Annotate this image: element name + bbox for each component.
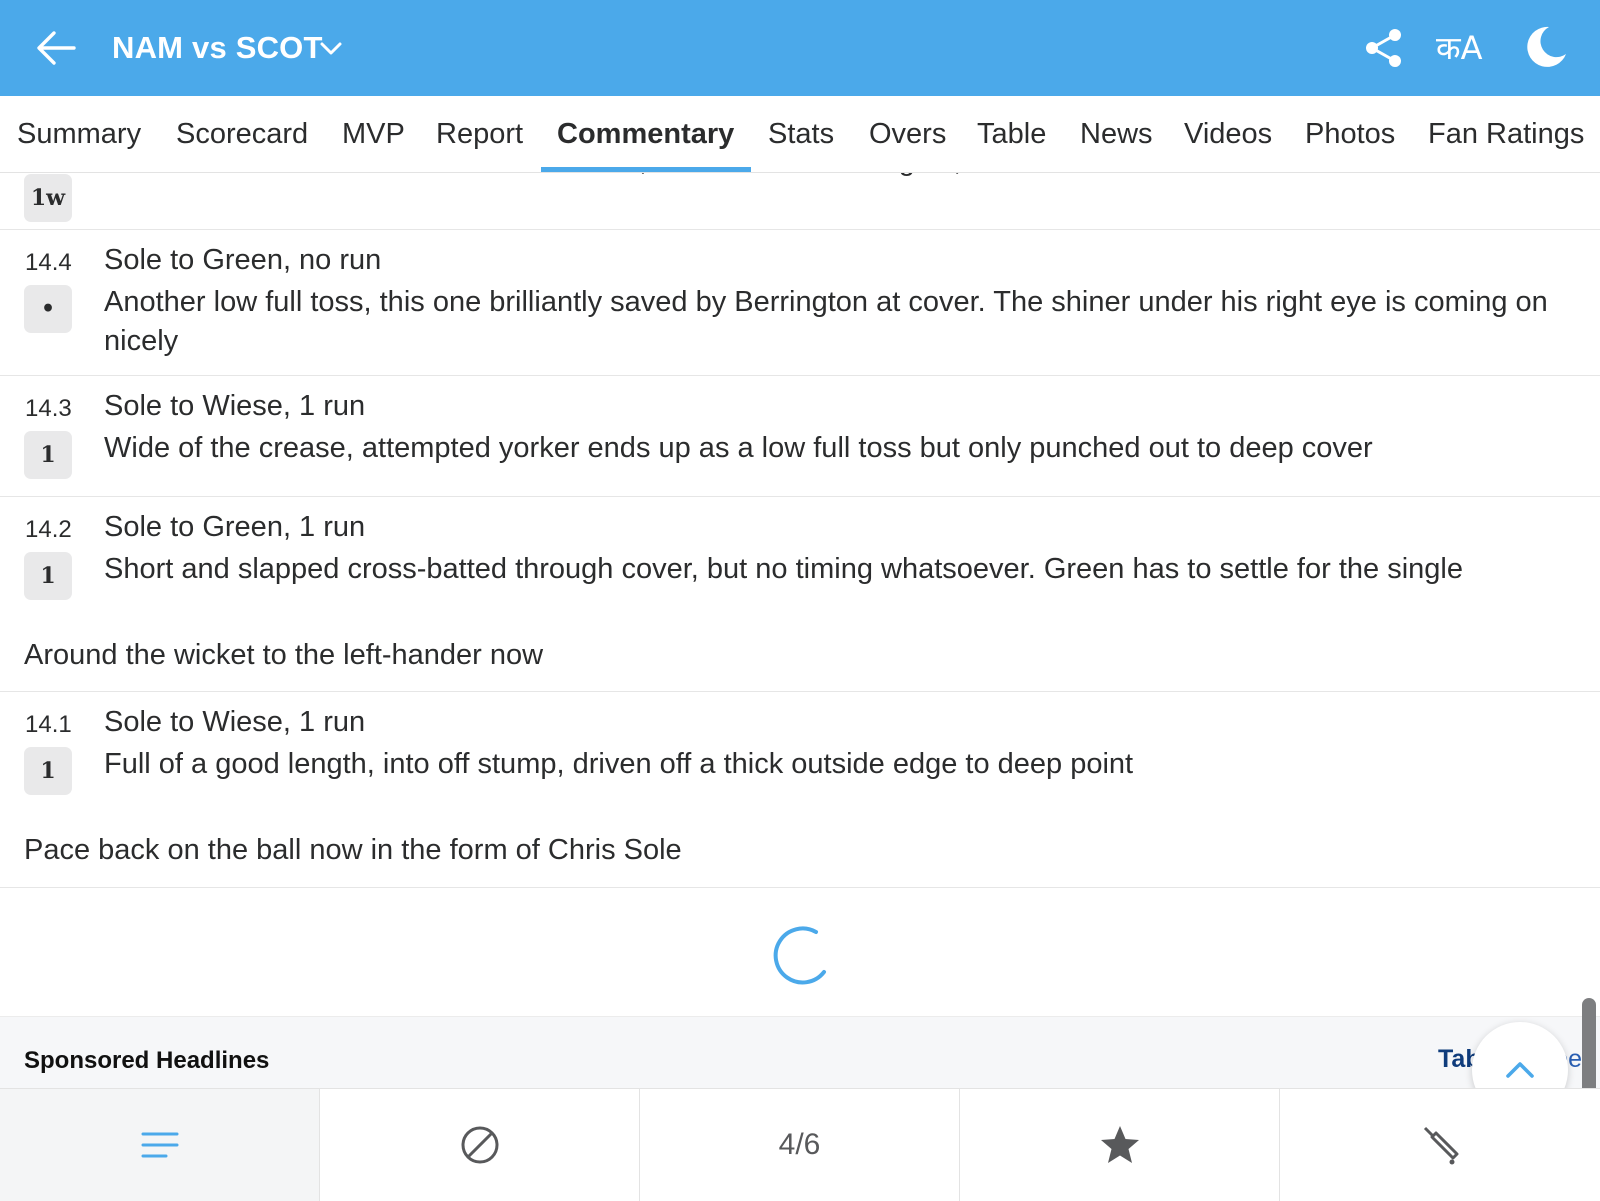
tab-summary[interactable]: Summary: [17, 114, 141, 154]
match-tabs: Summary Scorecard MVP Report Commentary …: [0, 96, 1600, 173]
bottom-nav-boundaries[interactable]: 4/6: [640, 1089, 960, 1201]
ball-result-badge: 1: [24, 747, 72, 795]
ball-icon: [461, 1126, 498, 1164]
tab-news[interactable]: News: [1080, 114, 1153, 154]
commentary-text: Full of a good length, into off stump, d…: [104, 748, 1134, 780]
ball-title: Sole to Wiese, 1 run: [104, 390, 366, 422]
bottom-nav-favourites[interactable]: [960, 1089, 1280, 1201]
tab-mvp[interactable]: MVP: [342, 114, 405, 154]
ball-result-badge: 1: [24, 552, 72, 600]
tab-commentary[interactable]: Commentary: [557, 114, 734, 154]
commentary-text: Another low full toss, this one brillian…: [104, 286, 1548, 357]
back-arrow-icon[interactable]: [34, 28, 78, 68]
ball-title: Sole to Wiese, 1 run: [104, 706, 366, 738]
bottom-nav-menu[interactable]: [0, 1089, 320, 1201]
commentary-row: Slower ball out the side of the hand... …: [0, 172, 1600, 230]
commentary-text: Wide of the crease, attempted yorker end…: [104, 432, 1373, 464]
tab-videos[interactable]: Videos: [1184, 114, 1272, 154]
chevron-up-icon: [1506, 1062, 1534, 1078]
commentary-text: Short and slapped cross-batted through c…: [104, 553, 1463, 585]
commentary-row: 14.3 Sole to Wiese, 1 run 1 Wide of the …: [0, 375, 1600, 497]
commentary-note: Around the wicket to the left-hander now: [24, 639, 544, 671]
bat-icon: [1423, 1126, 1458, 1165]
tab-fan-ratings[interactable]: Fan Ratings: [1428, 114, 1584, 154]
scrollbar-thumb[interactable]: [1582, 998, 1596, 1088]
tab-report[interactable]: Report: [436, 114, 523, 154]
ball-result-badge: 1: [24, 431, 72, 479]
over-number: 14.4: [25, 249, 72, 276]
loading-spinner-icon: [766, 920, 832, 986]
tab-photos[interactable]: Photos: [1305, 114, 1395, 154]
share-icon[interactable]: [1362, 26, 1406, 70]
bottom-nav: 4/6: [0, 1088, 1600, 1201]
moon-icon[interactable]: [1522, 24, 1568, 70]
app-header: NAM vs SCOT कA: [0, 0, 1600, 96]
ball-result-badge: 1w: [24, 174, 72, 222]
tab-overs[interactable]: Overs: [869, 114, 946, 154]
star-icon: [1100, 1126, 1139, 1163]
chevron-down-icon[interactable]: [318, 36, 344, 60]
language-toggle[interactable]: कA: [1436, 26, 1482, 70]
commentary-feed[interactable]: Slower ball out the side of the hand... …: [0, 172, 1600, 1088]
commentary-text: Slower ball out the side of the hand... …: [104, 172, 1564, 181]
tab-scorecard[interactable]: Scorecard: [176, 114, 308, 154]
commentary-row: 14.2 Sole to Green, 1 run 1 Short and sl…: [0, 496, 1600, 692]
sponsored-title: Sponsored Headlines: [24, 1047, 270, 1074]
sponsored-section: Sponsored Headlines Taboola Feed: [0, 1016, 1600, 1088]
ball-title: Sole to Green, no run: [104, 244, 382, 276]
commentary-row: 14.1 Sole to Wiese, 1 run 1 Full of a go…: [0, 691, 1600, 888]
ball-title: Sole to Green, 1 run: [104, 511, 366, 543]
commentary-note: Pace back on the ball now in the form of…: [24, 834, 682, 866]
commentary-row: 14.4 Sole to Green, no run • Another low…: [0, 229, 1600, 376]
scroll-to-top-button[interactable]: [1472, 1022, 1568, 1088]
menu-icon: [141, 1132, 178, 1158]
bottom-nav-ball[interactable]: [320, 1089, 640, 1201]
match-title[interactable]: NAM vs SCOT: [112, 26, 323, 70]
active-tab-indicator: [541, 167, 751, 172]
tab-table[interactable]: Table: [977, 114, 1046, 154]
over-number: 14.2: [25, 516, 72, 543]
tab-stats[interactable]: Stats: [768, 114, 834, 154]
boundaries-label: 4/6: [778, 1128, 821, 1161]
bottom-nav-bat[interactable]: [1280, 1089, 1599, 1201]
over-number: 14.3: [25, 395, 72, 422]
ball-result-badge: •: [24, 285, 72, 333]
over-number: 14.1: [25, 711, 72, 738]
